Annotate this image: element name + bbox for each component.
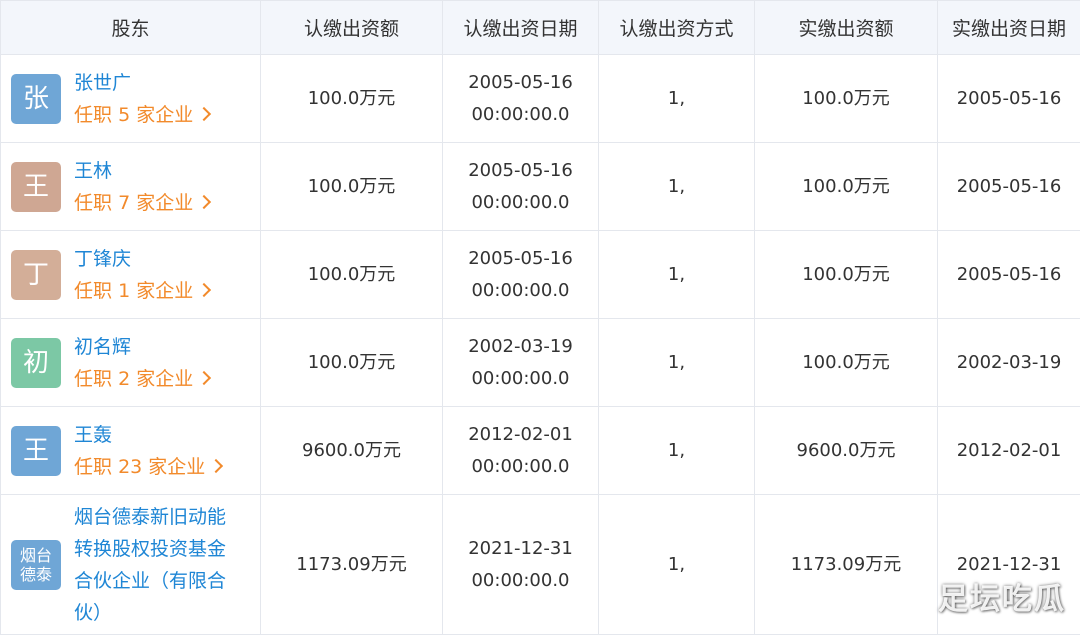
- table-row: 初 初名辉 任职 2 家企业 100.0万元 2002-03-1900:00:0…: [1, 319, 1080, 407]
- shareholder-name-link[interactable]: 王林: [74, 155, 209, 187]
- positions-link[interactable]: 任职 1 家企业: [74, 275, 209, 307]
- chevron-right-icon: [197, 194, 211, 208]
- chevron-right-icon: [209, 458, 223, 472]
- shareholder-table: 股东 认缴出资额 认缴出资日期 认缴出资方式 实缴出资额 实缴出资日期 张 张世…: [0, 0, 1080, 635]
- paid-amount: 100.0万元: [755, 55, 938, 143]
- shareholder-cell: 张 张世广 任职 5 家企业: [1, 55, 261, 143]
- subscribed-method: 1,: [599, 143, 755, 231]
- shareholder-cell: 王 王轰 任职 23 家企业: [1, 407, 261, 495]
- shareholder-cell: 王 王林 任职 7 家企业: [1, 143, 261, 231]
- avatar: 王: [11, 162, 61, 212]
- table-row: 王 王轰 任职 23 家企业 9600.0万元 2012-02-0100:00:…: [1, 407, 1080, 495]
- table-row: 丁 丁锋庆 任职 1 家企业 100.0万元 2005-05-1600:00:0…: [1, 231, 1080, 319]
- avatar: 丁: [11, 250, 61, 300]
- subscribed-date: 2021-12-3100:00:00.0: [443, 495, 599, 635]
- table-row: 张 张世广 任职 5 家企业 100.0万元 2005-05-1600:00:0…: [1, 55, 1080, 143]
- shareholder-cell: 丁 丁锋庆 任职 1 家企业: [1, 231, 261, 319]
- header-paid-amount: 实缴出资额: [755, 1, 938, 55]
- paid-date: 2005-05-16: [938, 55, 1080, 143]
- paid-amount: 100.0万元: [755, 319, 938, 407]
- shareholder-cell: 初 初名辉 任职 2 家企业: [1, 319, 261, 407]
- chevron-right-icon: [197, 106, 211, 120]
- avatar: 烟台德泰: [11, 540, 61, 590]
- paid-date: 2005-05-16: [938, 231, 1080, 319]
- table-row: 烟台德泰 烟台德泰新旧动能转换股权投资基金合伙企业（有限合伙） 1173.09万…: [1, 495, 1080, 635]
- positions-link[interactable]: 任职 23 家企业: [74, 451, 221, 483]
- subscribed-date: 2005-05-1600:00:00.0: [443, 143, 599, 231]
- shareholder-cell: 烟台德泰 烟台德泰新旧动能转换股权投资基金合伙企业（有限合伙）: [1, 495, 261, 635]
- subscribed-method: 1,: [599, 407, 755, 495]
- paid-amount: 9600.0万元: [755, 407, 938, 495]
- table-header-row: 股东 认缴出资额 认缴出资日期 认缴出资方式 实缴出资额 实缴出资日期: [1, 1, 1080, 55]
- subscribed-date: 2005-05-1600:00:00.0: [443, 231, 599, 319]
- paid-date: 2002-03-19: [938, 319, 1080, 407]
- subscribed-method: 1,: [599, 231, 755, 319]
- avatar: 王: [11, 426, 61, 476]
- paid-date: 2012-02-01: [938, 407, 1080, 495]
- chevron-right-icon: [197, 282, 211, 296]
- paid-date: 2005-05-16: [938, 143, 1080, 231]
- header-paid-date: 实缴出资日期: [938, 1, 1080, 55]
- shareholder-name-link[interactable]: 张世广: [74, 67, 209, 99]
- subscribed-method: 1,: [599, 319, 755, 407]
- table-row: 王 王林 任职 7 家企业 100.0万元 2005-05-1600:00:00…: [1, 143, 1080, 231]
- header-subscribed-amount: 认缴出资额: [261, 1, 443, 55]
- header-subscribed-date: 认缴出资日期: [443, 1, 599, 55]
- shareholder-name-link[interactable]: 烟台德泰新旧动能转换股权投资基金合伙企业（有限合伙）: [74, 501, 244, 629]
- subscribed-amount: 1173.09万元: [261, 495, 443, 635]
- shareholder-name-link[interactable]: 丁锋庆: [74, 243, 209, 275]
- subscribed-date: 2002-03-1900:00:00.0: [443, 319, 599, 407]
- paid-amount: 1173.09万元: [755, 495, 938, 635]
- paid-amount: 100.0万元: [755, 231, 938, 319]
- shareholder-name-link[interactable]: 王轰: [74, 419, 221, 451]
- subscribed-method: 1,: [599, 495, 755, 635]
- positions-link[interactable]: 任职 2 家企业: [74, 363, 209, 395]
- subscribed-date: 2005-05-1600:00:00.0: [443, 55, 599, 143]
- avatar: 张: [11, 74, 61, 124]
- positions-link[interactable]: 任职 5 家企业: [74, 99, 209, 131]
- chevron-right-icon: [197, 370, 211, 384]
- subscribed-amount: 100.0万元: [261, 143, 443, 231]
- subscribed-method: 1,: [599, 55, 755, 143]
- shareholder-name-link[interactable]: 初名辉: [74, 331, 209, 363]
- subscribed-amount: 100.0万元: [261, 231, 443, 319]
- avatar: 初: [11, 338, 61, 388]
- subscribed-amount: 9600.0万元: [261, 407, 443, 495]
- subscribed-amount: 100.0万元: [261, 319, 443, 407]
- header-shareholder: 股东: [1, 1, 261, 55]
- header-subscribed-method: 认缴出资方式: [599, 1, 755, 55]
- positions-link[interactable]: 任职 7 家企业: [74, 187, 209, 219]
- subscribed-date: 2012-02-0100:00:00.0: [443, 407, 599, 495]
- subscribed-amount: 100.0万元: [261, 55, 443, 143]
- paid-amount: 100.0万元: [755, 143, 938, 231]
- watermark: 足坛吃瓜: [938, 574, 1066, 618]
